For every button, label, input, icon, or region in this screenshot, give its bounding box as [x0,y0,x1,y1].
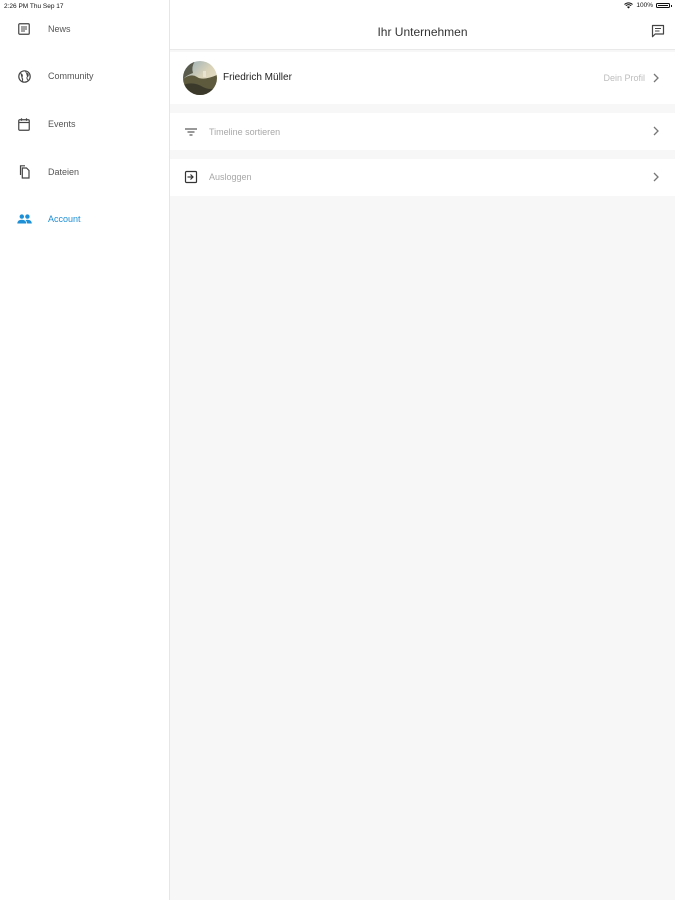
chevron-right-icon [653,126,659,136]
calendar-icon [16,116,32,132]
sidebar-item-account[interactable]: Account [0,204,169,234]
page-title: Ihr Unternehmen [377,25,468,39]
avatar [183,61,217,95]
sidebar-item-dateien[interactable]: Dateien [0,157,169,187]
sidebar-item-label: Community [48,71,94,81]
sidebar-item-label: Dateien [48,167,80,177]
filter-icon [185,128,197,136]
logout-icon [184,170,198,184]
files-icon [16,164,32,180]
battery-icon [656,3,672,8]
logout-label: Ausloggen [209,172,252,182]
status-right: 100% [624,2,672,9]
globe-icon [16,68,32,84]
timeline-sort-label: Timeline sortieren [209,127,281,137]
news-icon [16,21,32,37]
profile-name: Friedrich Müller [223,72,292,83]
sidebar-item-label: News [48,24,71,34]
sidebar-item-community[interactable]: Community [0,61,169,91]
profile-row[interactable]: Friedrich Müller Dein Profil [170,52,675,104]
wifi-icon [624,2,634,9]
sidebar-item-label: Events [48,119,76,129]
profile-link[interactable]: Dein Profil [603,73,645,83]
timeline-sort-row[interactable]: Timeline sortieren [170,113,675,150]
chevron-right-icon [653,172,659,182]
logout-row[interactable]: Ausloggen [170,159,675,196]
people-icon [16,211,32,227]
app-screen: 2:26 PM Thu Sep 17 100% News Community E… [0,0,675,900]
sidebar: News Community Events Dateien Account [0,0,170,900]
sidebar-item-news[interactable]: News [0,14,169,44]
sidebar-item-events[interactable]: Events [0,109,169,139]
status-time: 2:26 PM Thu Sep 17 [4,3,64,10]
main-content: Ihr Unternehmen Friedrich Müller Dein Pr… [170,0,675,900]
chevron-right-icon [653,73,659,83]
chat-button[interactable] [651,24,667,40]
status-bar: 2:26 PM Thu Sep 17 100% [0,0,675,12]
chat-icon [651,24,665,38]
battery-percent: 100% [636,2,653,9]
sidebar-item-label: Account [48,214,81,224]
